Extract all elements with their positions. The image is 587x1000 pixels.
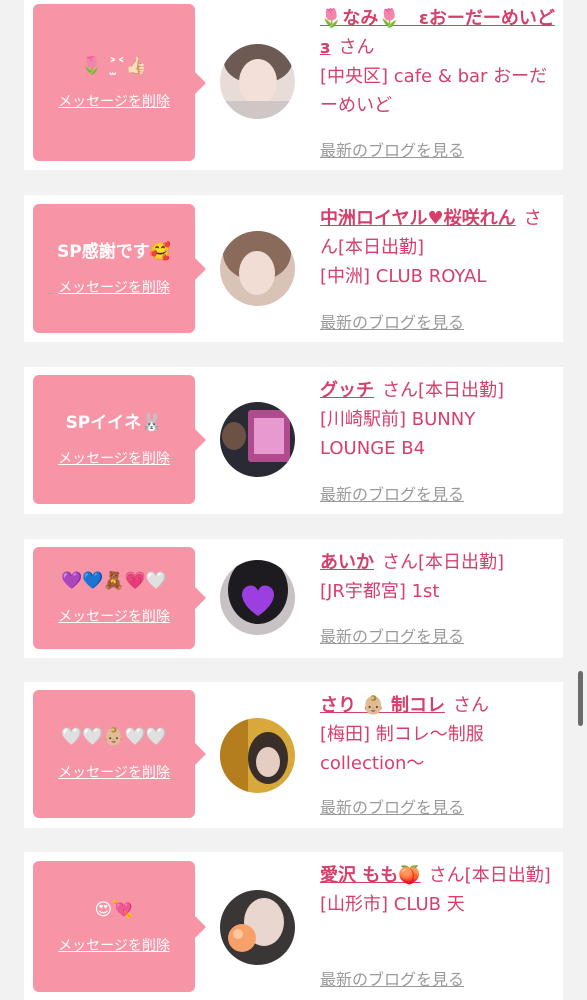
avatar[interactable]	[220, 718, 295, 793]
message-bubble: 🌷 ˃̫˂👍🏻 メッセージを削除	[33, 4, 206, 161]
avatar-photo	[220, 402, 295, 477]
message-card: SP感謝です🥰 メッセージを削除 中洲ロイヤル♥桜咲れん さん[本日出勤] [中洲…	[24, 195, 563, 342]
message-bubble: 😍💘 メッセージを削除	[33, 861, 206, 992]
shop-area: [川崎駅前] BUNNY LOUNGE B4	[320, 409, 476, 459]
message-text: SPイイネ🐰	[65, 412, 163, 433]
delete-message-link[interactable]: メッセージを削除	[58, 277, 170, 297]
delete-message-link[interactable]: メッセージを削除	[58, 762, 170, 782]
message-feed: 🌷 ˃̫˂👍🏻 メッセージを削除 🌷なみ🌷 εおーだーめいどз さん [中央区] …	[0, 0, 587, 1000]
delete-message-link[interactable]: メッセージを削除	[58, 606, 170, 626]
shop-area: [山形市] CLUB 天	[320, 894, 465, 915]
honorific: さん	[452, 695, 489, 716]
avatar[interactable]	[220, 560, 295, 635]
cast-info: さり 👶🏼 制コレ さん [梅田] 制コレ〜制服collection〜	[320, 691, 556, 778]
cast-name-link[interactable]: 中洲ロイヤル♥桜咲れん	[320, 208, 516, 229]
honorific: さん[本日出勤]	[382, 552, 505, 573]
honorific: さん[本日出勤]	[382, 380, 505, 401]
cast-info: 愛沢 もも🍑 さん[本日出勤] [山形市] CLUB 天	[320, 861, 556, 919]
shop-area: [中洲] CLUB ROYAL	[320, 266, 487, 287]
avatar-photo	[220, 890, 295, 965]
latest-blog-link[interactable]: 最新のブログを見る	[320, 794, 464, 818]
avatar[interactable]	[220, 402, 295, 477]
latest-blog-link[interactable]: 最新のブログを見る	[320, 137, 464, 161]
scrollbar-thumb[interactable]	[578, 671, 583, 726]
latest-blog-link[interactable]: 最新のブログを見る	[320, 309, 464, 333]
message-text: 😍💘	[94, 899, 134, 920]
latest-blog-link[interactable]: 最新のブログを見る	[320, 623, 464, 647]
message-bubble: 💜💙🧸💗🤍 メッセージを削除	[33, 547, 206, 649]
honorific: さん[本日出勤]	[428, 865, 551, 886]
cast-info: グッチ さん[本日出勤] [川崎駅前] BUNNY LOUNGE B4	[320, 376, 556, 463]
shop-area: [JR宇都宮] 1st	[320, 581, 440, 602]
message-card: 🌷 ˃̫˂👍🏻 メッセージを削除 🌷なみ🌷 εおーだーめいどз さん [中央区] …	[24, 0, 563, 170]
message-bubble: SP感謝です🥰 メッセージを削除	[33, 204, 206, 333]
avatar-photo	[220, 718, 295, 793]
avatar-photo	[220, 44, 295, 119]
message-text: 💜💙🧸💗🤍	[61, 571, 167, 591]
cast-info: 中洲ロイヤル♥桜咲れん さん[本日出勤] [中洲] CLUB ROYAL	[320, 204, 556, 291]
message-bubble: SPイイネ🐰 メッセージを削除	[33, 375, 206, 504]
latest-blog-link[interactable]: 最新のブログを見る	[320, 966, 464, 990]
cast-name-link[interactable]: さり 👶🏼 制コレ	[320, 695, 445, 716]
avatar[interactable]	[220, 44, 295, 119]
cast-info: 🌷なみ🌷 εおーだーめいどз さん [中央区] cafe & bar おーだーめい…	[320, 4, 556, 120]
cast-name-link[interactable]: あいか	[320, 552, 374, 573]
cast-name-link[interactable]: 愛沢 もも🍑	[320, 865, 421, 886]
message-card: 😍💘 メッセージを削除 愛沢 もも🍑 さん[本日出勤] [山形市] CLUB 天 …	[24, 852, 563, 1000]
honorific: さん	[338, 37, 375, 58]
avatar-photo	[220, 560, 295, 635]
message-text: 🌷 ˃̫˂👍🏻	[81, 55, 147, 76]
latest-blog-link[interactable]: 最新のブログを見る	[320, 481, 464, 505]
message-card: 🤍🤍👶🏼🤍🤍 メッセージを削除 さり 👶🏼 制コレ さん [梅田] 制コレ〜制服c…	[24, 682, 563, 828]
cast-name-link[interactable]: グッチ	[320, 380, 374, 401]
message-card: SPイイネ🐰 メッセージを削除 グッチ さん[本日出勤] [川崎駅前] BUNNY…	[24, 367, 563, 514]
delete-message-link[interactable]: メッセージを削除	[58, 91, 170, 111]
shop-area: [梅田] 制コレ〜制服collection〜	[320, 724, 484, 774]
cast-info: あいか さん[本日出勤] [JR宇都宮] 1st	[320, 548, 556, 606]
message-card: 💜💙🧸💗🤍 メッセージを削除 あいか さん[本日出勤] [JR宇都宮] 1st 最…	[24, 539, 563, 658]
message-text: 🤍🤍👶🏼🤍🤍	[61, 727, 167, 747]
avatar[interactable]	[220, 231, 295, 306]
avatar[interactable]	[220, 890, 295, 965]
avatar-photo	[220, 231, 295, 306]
delete-message-link[interactable]: メッセージを削除	[58, 935, 170, 955]
message-bubble: 🤍🤍👶🏼🤍🤍 メッセージを削除	[33, 690, 206, 818]
shop-area: [中央区] cafe & bar おーだーめいど	[320, 66, 548, 116]
delete-message-link[interactable]: メッセージを削除	[58, 448, 170, 468]
message-text: SP感謝です🥰	[57, 241, 171, 262]
